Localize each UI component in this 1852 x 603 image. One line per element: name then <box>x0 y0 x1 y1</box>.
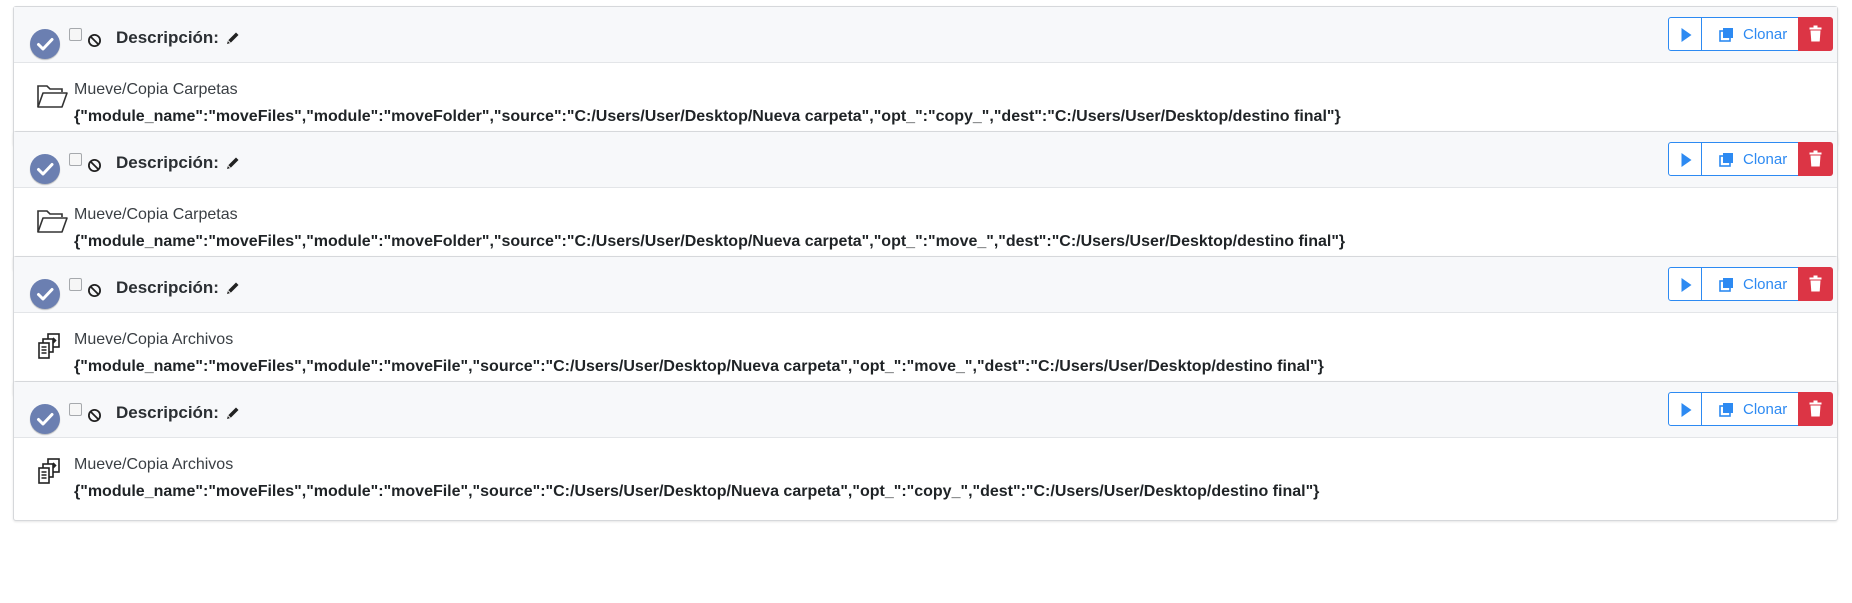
pencil-icon[interactable] <box>225 30 241 46</box>
check-circle-icon[interactable] <box>30 154 60 184</box>
pencil-icon[interactable] <box>225 280 241 296</box>
play-icon <box>1681 28 1692 42</box>
clone-button[interactable]: Clonar <box>1701 392 1799 426</box>
check-circle-icon[interactable] <box>30 29 60 59</box>
clone-icon <box>1719 28 1733 42</box>
pencil-icon[interactable] <box>225 405 241 421</box>
delete-button[interactable] <box>1798 17 1833 51</box>
module-title: Mueve/Copia Carpetas <box>74 206 238 223</box>
check-circle-icon[interactable] <box>30 404 60 434</box>
folder-icon <box>37 210 68 233</box>
task-card-header: Descripción: <box>14 257 1837 313</box>
files-move-icon <box>38 458 60 484</box>
play-icon <box>1681 278 1692 292</box>
clone-button[interactable]: Clonar <box>1701 142 1799 176</box>
task-card: Descripción: Clonar Mueve/Copia Archivos… <box>13 381 1838 521</box>
clone-label: Clonar <box>1743 151 1788 168</box>
delete-button[interactable] <box>1798 392 1833 426</box>
play-icon <box>1681 153 1692 167</box>
run-button[interactable] <box>1668 267 1702 301</box>
ban-icon[interactable] <box>87 283 102 298</box>
task-card-header: Descripción: <box>14 132 1837 188</box>
clone-label: Clonar <box>1743 276 1788 293</box>
files-move-icon <box>38 333 60 359</box>
run-button[interactable] <box>1668 142 1702 176</box>
task-card-header: Descripción: <box>14 382 1837 438</box>
pencil-icon[interactable] <box>225 155 241 171</box>
trash-icon <box>1809 400 1822 417</box>
clone-icon <box>1719 278 1733 292</box>
ban-icon[interactable] <box>87 408 102 423</box>
select-checkbox[interactable] <box>69 278 82 291</box>
clone-icon <box>1719 403 1733 417</box>
task-card-header: Descripción: <box>14 7 1837 63</box>
select-checkbox[interactable] <box>69 153 82 166</box>
module-params: {"module_name":"moveFiles","module":"mov… <box>74 108 1341 125</box>
module-params: {"module_name":"moveFiles","module":"mov… <box>74 233 1346 250</box>
play-icon <box>1681 403 1692 417</box>
trash-icon <box>1809 275 1822 292</box>
select-checkbox[interactable] <box>69 403 82 416</box>
folder-icon <box>37 85 68 108</box>
select-checkbox[interactable] <box>69 28 82 41</box>
clone-button[interactable]: Clonar <box>1701 267 1799 301</box>
run-button[interactable] <box>1668 392 1702 426</box>
trash-icon <box>1809 25 1822 42</box>
description-label: Descripción: <box>116 278 219 297</box>
module-params: {"module_name":"moveFiles","module":"mov… <box>74 483 1320 500</box>
task-card: Descripción: Clonar Mueve/Copia Carpetas… <box>13 6 1838 146</box>
ban-icon[interactable] <box>87 158 102 173</box>
module-title: Mueve/Copia Archivos <box>74 331 234 348</box>
delete-button[interactable] <box>1798 267 1833 301</box>
clone-button[interactable]: Clonar <box>1701 17 1799 51</box>
clone-label: Clonar <box>1743 26 1788 43</box>
description-label: Descripción: <box>116 403 219 422</box>
delete-button[interactable] <box>1798 142 1833 176</box>
description-label: Descripción: <box>116 153 219 172</box>
ban-icon[interactable] <box>87 33 102 48</box>
run-button[interactable] <box>1668 17 1702 51</box>
check-circle-icon[interactable] <box>30 279 60 309</box>
clone-label: Clonar <box>1743 401 1788 418</box>
description-label: Descripción: <box>116 28 219 47</box>
task-card: Descripción: Clonar Mueve/Copia Carpetas… <box>13 131 1838 271</box>
task-card: Descripción: Clonar Mueve/Copia Archivos… <box>13 256 1838 396</box>
trash-icon <box>1809 150 1822 167</box>
task-list: Descripción: Clonar Mueve/Copia Carpetas… <box>0 0 1852 603</box>
module-title: Mueve/Copia Carpetas <box>74 81 238 98</box>
module-title: Mueve/Copia Archivos <box>74 456 234 473</box>
module-params: {"module_name":"moveFiles","module":"mov… <box>74 358 1324 375</box>
clone-icon <box>1719 153 1733 167</box>
